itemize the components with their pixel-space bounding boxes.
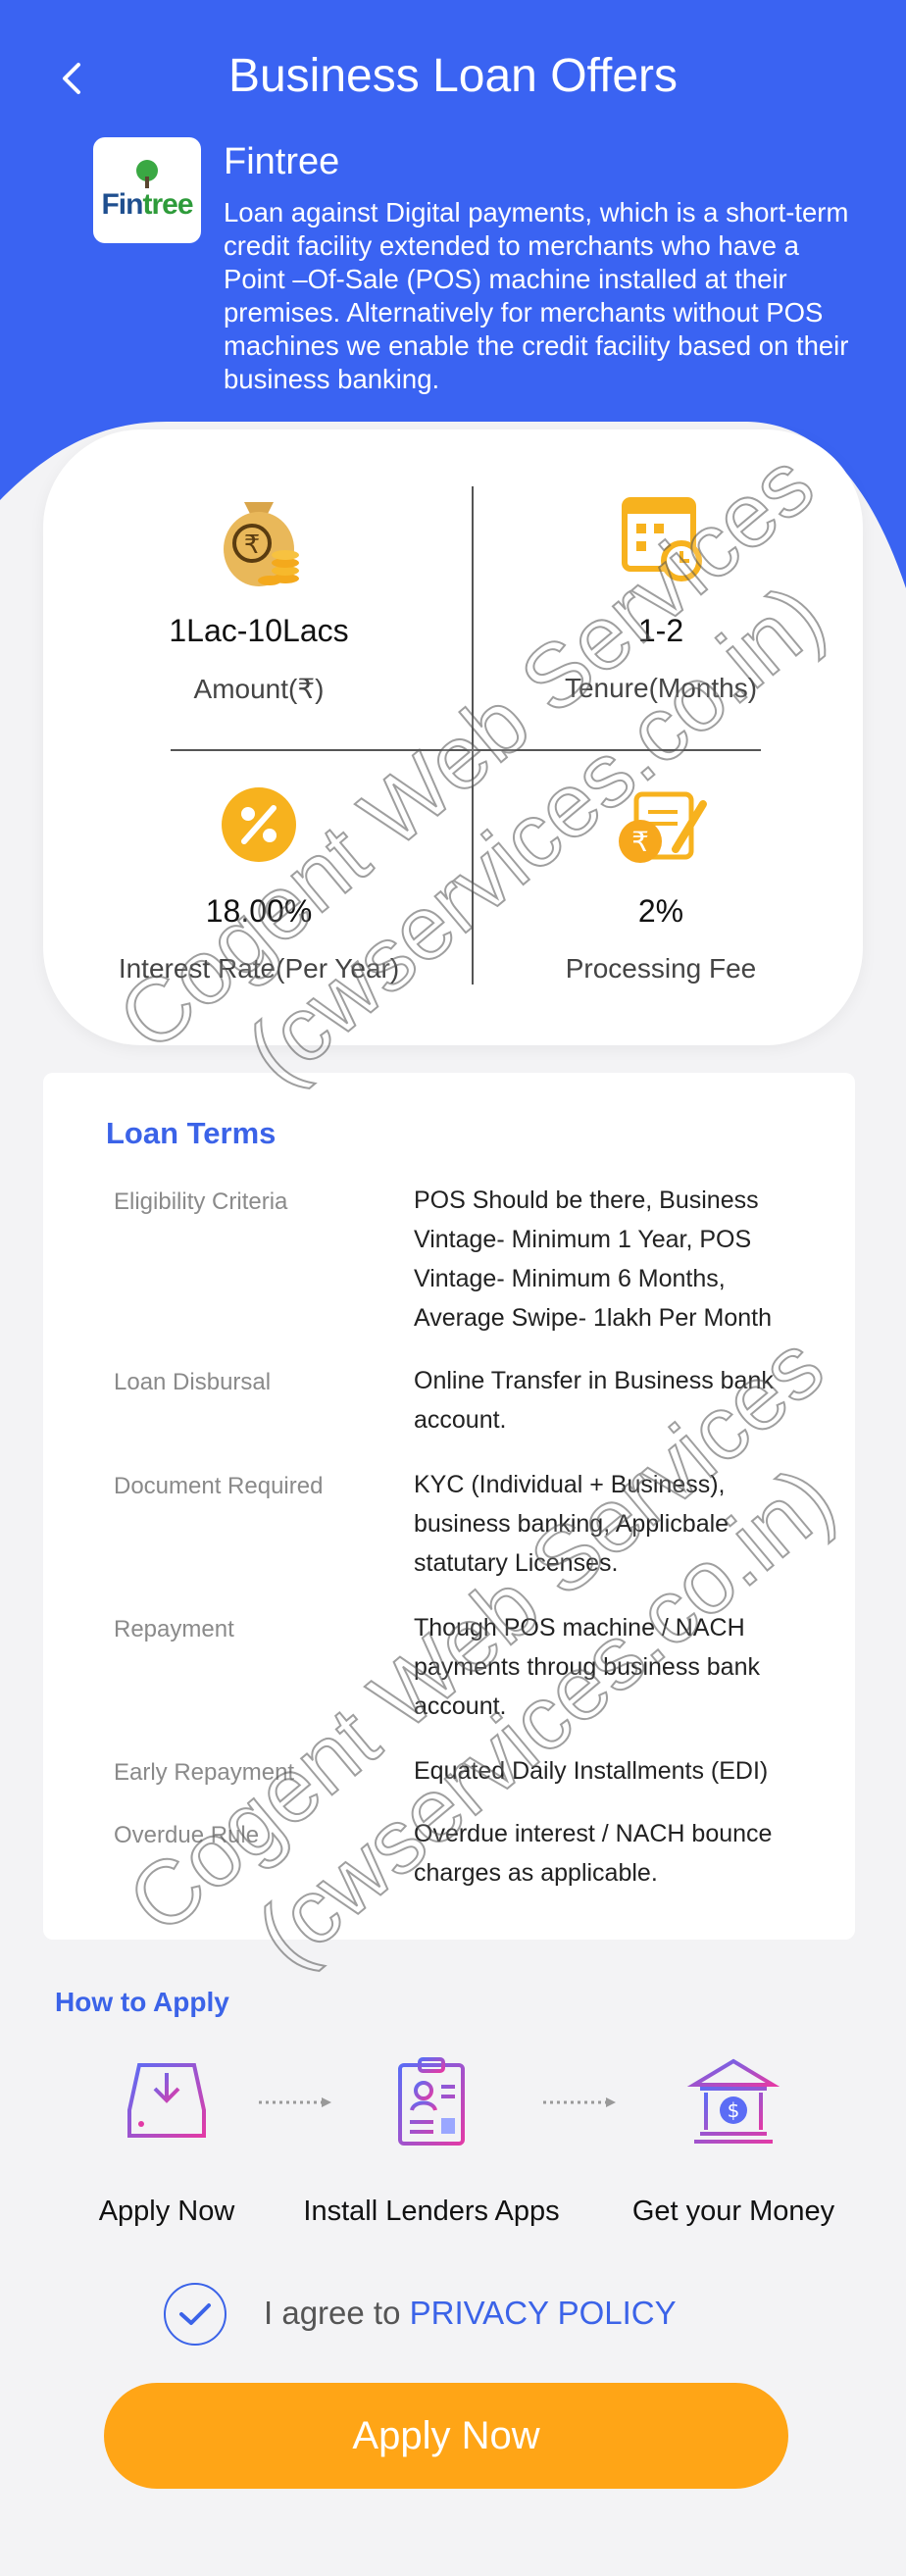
term-value: Though POS machine / NACH payments throu… bbox=[414, 1614, 760, 1720]
processing-value: 2% bbox=[637, 893, 684, 929]
term-value: KYC (Individual + Business), business ba… bbox=[414, 1471, 730, 1577]
term-value: Overdue interest / NACH bounce charges a… bbox=[414, 1820, 773, 1887]
bank-icon: $ bbox=[686, 2058, 780, 2144]
step-label: Apply Now bbox=[98, 2196, 235, 2227]
processing-label: Processing Fee bbox=[565, 953, 757, 984]
term-value: POS Should be there, Business Vintage- M… bbox=[414, 1187, 773, 1332]
stat-interest: 18.00% Interest Rate(Per Year) bbox=[63, 781, 455, 985]
check-icon bbox=[179, 2303, 211, 2325]
amount-value: 1Lac-10Lacs bbox=[169, 613, 349, 648]
step-install-app: Install Lenders Apps bbox=[284, 2055, 579, 2228]
rupee-document-icon: ₹ bbox=[619, 791, 707, 863]
interest-label: Interest Rate(Per Year) bbox=[118, 953, 400, 984]
how-to-apply-title: How to Apply bbox=[55, 1987, 229, 2017]
svg-text:₹: ₹ bbox=[244, 530, 261, 560]
step-apply-now: Apply Now bbox=[20, 2055, 314, 2228]
tree-icon bbox=[136, 160, 158, 188]
term-key: Early Repayment bbox=[114, 1759, 295, 1786]
lender-description: Loan against Digital payments, which is … bbox=[224, 197, 849, 394]
agree-prefix: I agree to bbox=[264, 2295, 410, 2331]
interest-value: 18.00% bbox=[205, 893, 313, 929]
loan-terms-card: Loan Terms Eligibility Criteria POS Shou… bbox=[43, 1073, 855, 1940]
stat-processing: ₹ 2% Processing Fee bbox=[465, 781, 857, 985]
lender-logo: Fintree bbox=[93, 137, 201, 243]
step-label: Install Lenders Apps bbox=[303, 2196, 560, 2227]
apply-now-button[interactable]: Apply Now bbox=[104, 2383, 788, 2489]
money-bag-icon: ₹ bbox=[224, 502, 299, 586]
download-tray-icon bbox=[127, 2063, 206, 2138]
stat-amount: ₹ 1Lac-10Lacs Amount(₹) bbox=[63, 484, 455, 705]
tenure-value: 1-2 bbox=[637, 613, 684, 648]
step-get-money: $ Get your Money bbox=[586, 2055, 881, 2228]
term-key: Overdue Rule bbox=[114, 1822, 260, 1848]
term-key: Loan Disbursal bbox=[114, 1369, 272, 1395]
svg-text:$: $ bbox=[728, 2098, 740, 2122]
privacy-policy-link[interactable]: PRIVACY POLICY bbox=[410, 2295, 677, 2331]
loan-stats-card: ₹ 1Lac-10Lacs Amount(₹) 1-2 Tenure(Month… bbox=[43, 429, 863, 1045]
page-title: Business Loan Offers bbox=[227, 50, 679, 102]
term-key: Repayment bbox=[114, 1616, 234, 1642]
agree-text: I agree to PRIVACY POLICY bbox=[264, 2295, 677, 2332]
percent-icon bbox=[222, 787, 296, 862]
top-bar: Business Loan Offers bbox=[0, 39, 906, 118]
logo-text: Fintree bbox=[101, 188, 193, 221]
term-value: Online Transfer in Business bank account… bbox=[414, 1367, 774, 1434]
term-key: Document Required bbox=[114, 1473, 324, 1499]
agree-checkbox[interactable] bbox=[164, 2283, 226, 2346]
stat-tenure: 1-2 Tenure(Months) bbox=[465, 484, 857, 704]
page: Business Loan Offers Fintree Fintree Loa… bbox=[0, 0, 906, 2576]
svg-text:₹: ₹ bbox=[631, 826, 649, 858]
calendar-clock-icon bbox=[622, 497, 702, 581]
divider-horizontal bbox=[171, 749, 761, 751]
privacy-agreement: I agree to PRIVACY POLICY bbox=[164, 2283, 752, 2346]
lender-name: Fintree bbox=[224, 141, 340, 182]
step-label: Get your Money bbox=[631, 2196, 835, 2227]
id-clipboard-icon bbox=[398, 2057, 465, 2146]
term-key: Eligibility Criteria bbox=[114, 1188, 288, 1215]
term-value: Equated Daily Installments (EDI) bbox=[414, 1757, 769, 1785]
tenure-label: Tenure(Months) bbox=[564, 673, 758, 703]
loan-terms-title: Loan Terms bbox=[106, 1116, 277, 1150]
amount-label: Amount(₹) bbox=[193, 674, 325, 704]
